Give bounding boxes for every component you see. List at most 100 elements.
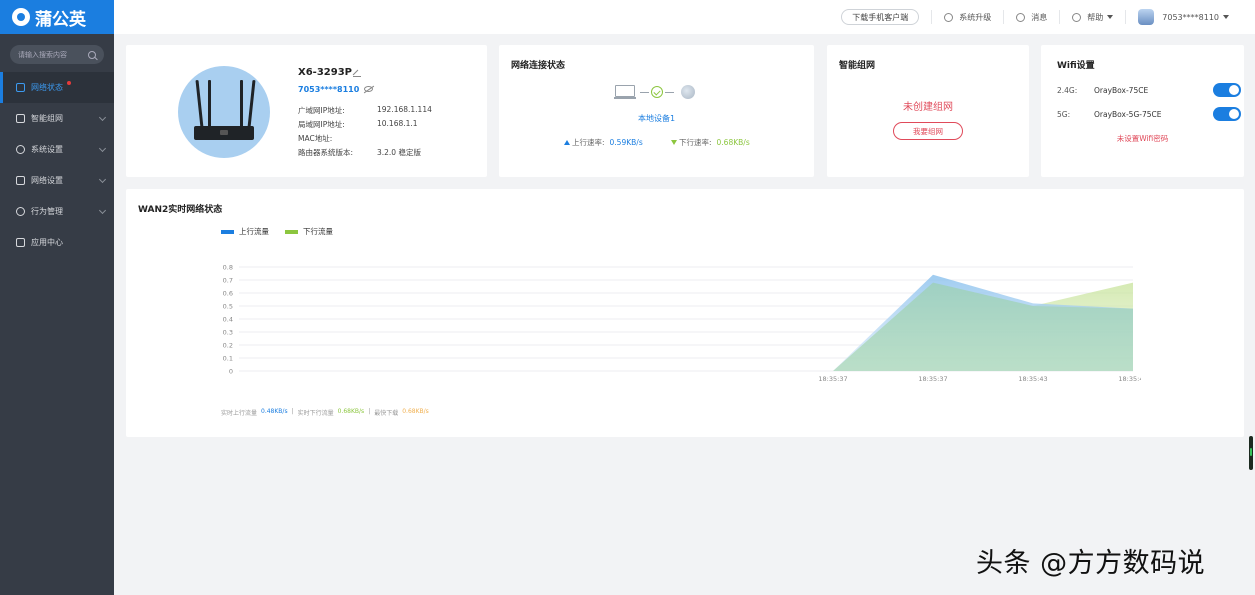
y-tick-label: 0.6 [223, 290, 233, 298]
network-status-icon [16, 83, 25, 92]
arrow-up-icon [564, 140, 570, 145]
sidebar: 蒲公英 网络状态 智能组网 系统设置 网络设置 行为管理 应用中心 [0, 0, 114, 595]
legend-swatch [221, 229, 234, 234]
info-row: 路由器系统版本: 3.2.0 稳定版 [298, 147, 421, 158]
messages-link[interactable]: 消息 [1003, 10, 1059, 24]
traffic-chart: 0 0.1 0.2 0.3 0.4 0.5 0.6 0.7 0.8 18:35:37 18:35:3… [223, 264, 1141, 384]
sidebar-item-label: 网络状态 [31, 83, 63, 92]
wifi-password-warning[interactable]: 未设置Wifi密码 [1041, 133, 1244, 144]
wifi-ssid: OrayBox-5G-75CE [1094, 109, 1162, 119]
sidebar-item-label: 行为管理 [31, 207, 63, 216]
caret-down-icon [1107, 15, 1114, 19]
legend-item-download[interactable]: 下行流量 [285, 226, 333, 237]
legend-label: 下行流量 [303, 227, 333, 236]
search-icon[interactable] [88, 50, 96, 59]
logo-icon [12, 8, 30, 26]
router-body [194, 126, 254, 140]
local-device-link[interactable]: 本地设备1 [499, 113, 814, 124]
chevron-down-icon [98, 175, 107, 184]
search-box [10, 45, 104, 64]
stat-value: 0.68KB/s [337, 408, 365, 415]
info-key: 局域网IP地址: [298, 120, 345, 129]
device-id: 7053****8110 [298, 85, 360, 94]
x-tick-label: 18:35:43 [1018, 375, 1047, 383]
top-bar: 下载手机客户端 系统升级 消息 帮助 7053****8110 [114, 0, 1255, 34]
upgrade-icon [944, 12, 954, 22]
info-row: 广域网IP地址: 192.168.1.114 [298, 105, 432, 116]
search-input[interactable] [18, 50, 88, 59]
legend-item-upload[interactable]: 上行流量 [221, 226, 269, 237]
upload-speed: 上行速率: 0.59KB/s [564, 137, 643, 148]
notification-dot [67, 81, 71, 85]
gear-icon [16, 145, 25, 154]
bell-icon [1016, 12, 1026, 22]
stat-label: 实时下行流量 [297, 410, 334, 417]
card-title: 网络连接状态 [511, 61, 566, 71]
legend-swatch [285, 229, 298, 234]
edit-icon[interactable] [353, 69, 361, 77]
wifi-band: 2.4G: [1057, 85, 1078, 95]
upload-speed-value: 0.59KB/s [609, 138, 643, 147]
create-mesh-button[interactable]: 我要组网 [893, 122, 963, 140]
download-speed-value: 0.68KB/s [716, 138, 750, 147]
mesh-status: 未创建组网 [903, 102, 953, 113]
stat-value: 0.68KB/s [402, 408, 429, 415]
wifi-band: 5G: [1057, 109, 1071, 119]
info-value: 10.168.1.1 [377, 119, 418, 128]
y-tick-label: 0.4 [223, 316, 233, 324]
chevron-down-icon [98, 144, 107, 153]
watermark-text: 头条 @方方数码说 [976, 548, 1206, 579]
app-name: 蒲公英 [35, 9, 86, 30]
x-tick-label: 18:35:37 [918, 375, 947, 383]
y-tick-label: 0.3 [223, 329, 233, 337]
stat-label: 最快下载 [374, 410, 399, 417]
router-antenna [208, 80, 211, 128]
user-menu[interactable]: 7053****8110 [1125, 9, 1241, 25]
chevron-down-icon [98, 206, 107, 215]
device-card: X6-3293P 7053****8110 广域网IP地址: 192.168.1… [126, 45, 487, 177]
card-title: Wifi设置 [1057, 61, 1095, 71]
help-label: 帮助 [1087, 12, 1104, 22]
info-key: 广域网IP地址: [298, 106, 345, 115]
download-speed-label: 下行速率: [679, 138, 712, 147]
messages-label: 消息 [1031, 12, 1048, 22]
sidebar-item-system-settings[interactable]: 系统设置 [0, 134, 114, 165]
user-label: 7053****8110 [1162, 12, 1219, 22]
caret-down-icon [1223, 15, 1229, 19]
y-tick-label: 0.1 [223, 355, 233, 363]
wifi-5g-toggle[interactable] [1213, 107, 1241, 121]
chevron-down-icon [98, 113, 107, 122]
card-title: 智能组网 [839, 61, 876, 71]
sidebar-item-label: 网络设置 [31, 176, 63, 185]
eye-off-icon[interactable] [364, 86, 373, 92]
system-upgrade-link[interactable]: 系统升级 [931, 10, 1003, 24]
sidebar-item-behavior-management[interactable]: 行为管理 [0, 196, 114, 227]
upload-speed-label: 上行速率: [572, 138, 605, 147]
help-menu[interactable]: 帮助 [1059, 10, 1125, 24]
sidebar-item-smart-mesh[interactable]: 智能组网 [0, 103, 114, 134]
stat-separator: | [291, 408, 294, 415]
traffic-stats: 实时上行流量 0.48KB/s | 实时下行流量 0.68KB/s | 最快下载… [221, 408, 433, 417]
check-circle-icon [651, 86, 663, 98]
behavior-icon [16, 207, 25, 216]
network-topology [614, 85, 700, 101]
router-antenna [195, 79, 204, 129]
page-scrollbar[interactable] [1249, 436, 1253, 470]
wifi-2g-toggle[interactable] [1213, 83, 1241, 97]
stat-separator: | [368, 408, 371, 415]
download-client-button[interactable]: 下载手机客户端 [841, 9, 920, 25]
upgrade-label: 系统升级 [959, 12, 992, 22]
x-tick-label: 18:35:49 [1118, 375, 1141, 383]
info-row: 局域网IP地址: 10.168.1.1 [298, 119, 418, 130]
download-speed: 下行速率: 0.68KB/s [671, 137, 750, 148]
info-value: 3.2.0 稳定版 [377, 148, 421, 157]
sidebar-item-app-center[interactable]: 应用中心 [0, 227, 114, 258]
network-status-card: 网络连接状态 本地设备1 上行速率: 0.59KB/s 下行速率: 0.68KB… [499, 45, 814, 177]
y-tick-label: 0.5 [223, 303, 233, 311]
traffic-chart-card: WAN2实时网络状态 上行流量 下行流量 0 0.1 0.2 0.3 0.4 0.5 0.6… [126, 189, 1244, 437]
app-logo[interactable]: 蒲公英 [0, 0, 114, 34]
link-line [665, 92, 674, 93]
sidebar-item-network-status[interactable]: 网络状态 [0, 72, 114, 103]
sidebar-item-network-settings[interactable]: 网络设置 [0, 165, 114, 196]
computer-icon [614, 85, 636, 99]
